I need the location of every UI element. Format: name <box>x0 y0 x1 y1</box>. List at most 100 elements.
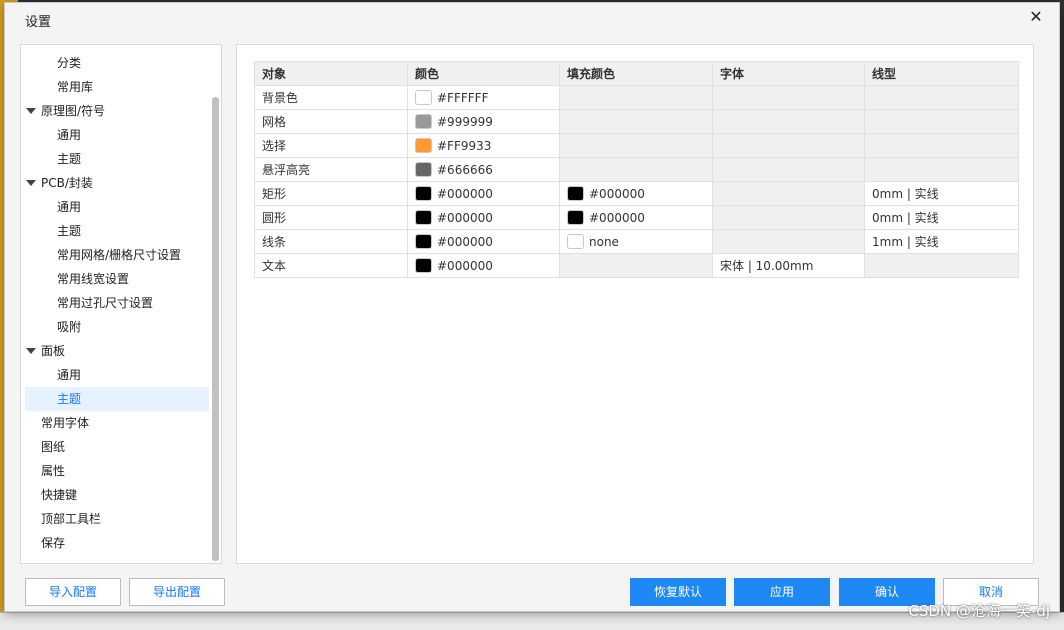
line-style-cell-empty <box>864 133 1019 158</box>
color-swatch[interactable] <box>415 258 432 273</box>
color-value: #FFFFFF <box>437 90 489 105</box>
fill-color-cell[interactable]: #000000 <box>559 181 713 206</box>
sidebar-item-label: 原理图/符号 <box>41 104 106 118</box>
sidebar-item-label: 保存 <box>41 536 66 550</box>
background-status-strip <box>0 612 1064 630</box>
color-value: #000000 <box>437 234 493 249</box>
sidebar-item[interactable]: 常用库 <box>21 75 221 99</box>
sidebar-item[interactable]: 主题 <box>21 147 221 171</box>
sidebar-item[interactable]: 常用字体 <box>21 411 221 435</box>
fill-color-value: #000000 <box>589 210 645 225</box>
line-style-cell[interactable]: 0mm | 实线 <box>864 205 1019 230</box>
table-row: 文本 #000000 宋体 | 10.00mm <box>254 253 1019 278</box>
color-swatch[interactable] <box>415 234 432 249</box>
fill-color-cell[interactable]: none <box>559 229 713 254</box>
sidebar-item[interactable]: 图纸 <box>21 435 221 459</box>
color-value: #666666 <box>437 162 493 177</box>
table-row: 矩形 #000000 #000000 0mm | 实线 <box>254 181 1019 206</box>
sidebar-item-label: 主题 <box>57 152 82 166</box>
watermark-text: CSDN @沧海一笑-dj <box>908 602 1050 620</box>
color-swatch[interactable] <box>415 210 432 225</box>
chevron-down-icon[interactable] <box>26 108 36 114</box>
object-cell: 网格 <box>254 109 408 134</box>
sidebar-item-label: 分类 <box>57 56 82 70</box>
sidebar-item-label: 常用过孔尺寸设置 <box>57 296 154 310</box>
color-cell[interactable]: #000000 <box>407 205 560 230</box>
header-object: 对象 <box>254 61 408 86</box>
sidebar-item[interactable]: 常用过孔尺寸设置 <box>21 291 221 315</box>
fill-color-value: #000000 <box>589 186 645 201</box>
color-swatch[interactable] <box>415 114 432 129</box>
sidebar-item[interactable]: 通用 <box>21 363 221 387</box>
line-style-cell[interactable]: 1mm | 实线 <box>864 229 1019 254</box>
sidebar-item[interactable]: 属性 <box>21 459 221 483</box>
sidebar-item[interactable]: PCB/封装 <box>21 171 221 195</box>
color-cell[interactable]: #000000 <box>407 181 560 206</box>
object-cell: 圆形 <box>254 205 408 230</box>
sidebar-item[interactable]: 面板 <box>21 339 221 363</box>
color-value: #FF9933 <box>437 138 492 153</box>
sidebar-item-label: 常用字体 <box>41 416 90 430</box>
font-cell[interactable]: 宋体 | 10.00mm <box>712 253 865 278</box>
color-swatch[interactable] <box>415 186 432 201</box>
sidebar-item[interactable]: 常用线宽设置 <box>21 267 221 291</box>
color-value: #000000 <box>437 210 493 225</box>
sidebar-item[interactable]: 原理图/符号 <box>21 99 221 123</box>
sidebar-item-label: PCB/封装 <box>41 176 93 190</box>
sidebar-item[interactable]: 主题 <box>25 387 209 411</box>
table-row: 圆形 #000000 #000000 0mm | 实线 <box>254 205 1019 230</box>
color-swatch[interactable] <box>567 234 584 249</box>
import-config-button[interactable]: 导入配置 <box>25 578 121 606</box>
sidebar-item[interactable]: 通用 <box>21 195 221 219</box>
chevron-down-icon[interactable] <box>26 180 36 186</box>
font-cell-empty <box>712 109 865 134</box>
sidebar-item-label: 主题 <box>57 392 82 406</box>
sidebar-item-label: 通用 <box>57 200 82 214</box>
sidebar-item-label: 属性 <box>41 464 66 478</box>
color-swatch[interactable] <box>415 90 432 105</box>
sidebar-item[interactable]: 常用网格/栅格尺寸设置 <box>21 243 221 267</box>
settings-nav-tree: 分类 常用库 原理图/符号 通用 主题 PCB/封装 通用 主题 常用网格/栅格尺寸设置 常用线宽… <box>20 44 222 564</box>
color-cell[interactable]: #999999 <box>407 109 560 134</box>
line-style-cell[interactable]: 0mm | 实线 <box>864 181 1019 206</box>
color-swatch[interactable] <box>567 210 584 225</box>
object-cell: 文本 <box>254 253 408 278</box>
table-row: 背景色 #FFFFFF <box>254 85 1019 110</box>
sidebar-scrollbar[interactable] <box>212 97 219 561</box>
font-cell-empty <box>712 181 865 206</box>
fill-color-cell[interactable]: #000000 <box>559 205 713 230</box>
table-row: 悬浮高亮 #666666 <box>254 157 1019 182</box>
sidebar-item-label: 通用 <box>57 368 82 382</box>
sidebar-item[interactable]: 主题 <box>21 219 221 243</box>
sidebar-item[interactable]: 顶部工具栏 <box>21 507 221 531</box>
sidebar-item[interactable]: 通用 <box>21 123 221 147</box>
chevron-down-icon[interactable] <box>26 348 36 354</box>
color-swatch[interactable] <box>415 138 432 153</box>
close-icon[interactable]: ✕ <box>1027 8 1045 26</box>
line-style-cell-empty <box>864 85 1019 110</box>
sidebar-item[interactable]: 快捷键 <box>21 483 221 507</box>
color-cell[interactable]: #666666 <box>407 157 560 182</box>
color-cell[interactable]: #000000 <box>407 229 560 254</box>
font-cell-empty <box>712 133 865 158</box>
color-cell[interactable]: #000000 <box>407 253 560 278</box>
color-value: #000000 <box>437 186 493 201</box>
sidebar-item[interactable]: 保存 <box>21 531 221 555</box>
sidebar-item-label: 通用 <box>57 128 82 142</box>
object-cell: 选择 <box>254 133 408 158</box>
dialog-title: 设置 <box>25 15 52 30</box>
font-cell-empty <box>712 229 865 254</box>
sidebar-item[interactable]: 分类 <box>21 51 221 75</box>
color-swatch[interactable] <box>415 162 432 177</box>
line-style-cell-empty <box>864 109 1019 134</box>
apply-button[interactable]: 应用 <box>734 578 830 606</box>
restore-defaults-button[interactable]: 恢复默认 <box>630 578 726 606</box>
fill-color-cell-empty <box>559 253 713 278</box>
theme-settings-panel: 对象 颜色 填充颜色 字体 线型 背景色 #FFFFFF 网格 #999999 选择 #F… <box>236 44 1034 564</box>
color-cell[interactable]: #FFFFFF <box>407 85 560 110</box>
export-config-button[interactable]: 导出配置 <box>129 578 225 606</box>
table-header-row: 对象 颜色 填充颜色 字体 线型 <box>254 61 1019 86</box>
color-swatch[interactable] <box>567 186 584 201</box>
color-cell[interactable]: #FF9933 <box>407 133 560 158</box>
sidebar-item[interactable]: 吸附 <box>21 315 221 339</box>
